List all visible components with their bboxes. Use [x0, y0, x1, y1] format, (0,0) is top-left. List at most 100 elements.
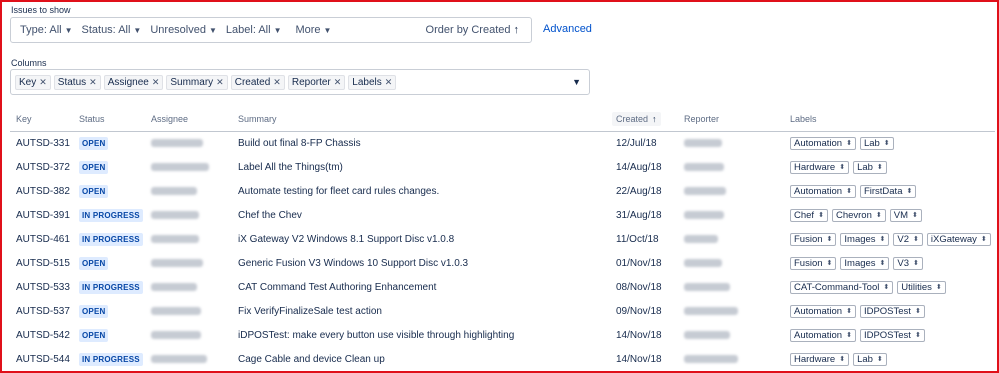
issue-key[interactable]: AUTSD-515 — [10, 251, 73, 275]
reporter-cell[interactable] — [678, 179, 784, 203]
issue-key[interactable]: AUTSD-331 — [10, 131, 73, 155]
issue-key[interactable]: AUTSD-461 — [10, 227, 73, 251]
more-filter[interactable]: More ▼ — [295, 24, 331, 36]
status-badge[interactable]: OPEN — [79, 304, 109, 318]
reporter-cell[interactable] — [678, 203, 784, 227]
table-row[interactable]: AUTSD-542 OPEN iDPOSTest: make every butto… — [10, 323, 995, 347]
remove-icon[interactable]: ✕ — [334, 77, 342, 88]
assignee-cell[interactable] — [145, 323, 232, 347]
label-tag[interactable]: Automation ⬍ — [790, 304, 856, 318]
issue-summary[interactable]: Generic Fusion V3 Windows 10 Support Dis… — [232, 251, 610, 275]
reporter-cell[interactable] — [678, 155, 784, 179]
reporter-cell[interactable] — [678, 347, 784, 371]
table-row[interactable]: AUTSD-533 IN PROGRESS CAT Command Test Aut… — [10, 275, 995, 299]
issue-key[interactable]: AUTSD-533 — [10, 275, 73, 299]
issue-key[interactable]: AUTSD-391 — [10, 203, 73, 227]
issue-key[interactable]: AUTSD-542 — [10, 323, 73, 347]
issue-summary[interactable]: Build out final 8-FP Chassis — [232, 131, 610, 155]
assignee-cell[interactable] — [145, 275, 232, 299]
assignee-cell[interactable] — [145, 155, 232, 179]
issue-summary[interactable]: Cage Cable and device Clean up — [232, 347, 610, 371]
columns-picker[interactable]: Key ✕ Status ✕ Assignee ✕ Summary ✕ Created ✕… — [10, 69, 590, 95]
column-header-created[interactable]: Created ↑ — [610, 108, 678, 132]
status-filter[interactable]: Status: All ▼ — [82, 24, 142, 36]
issue-summary[interactable]: CAT Command Test Authoring Enhancement — [232, 275, 610, 299]
table-row[interactable]: AUTSD-372 OPEN Label All the Things(tm) 14/… — [10, 155, 995, 179]
remove-icon[interactable]: ✕ — [216, 77, 224, 88]
order-by-button[interactable]: Order by Created ↑ — [426, 24, 519, 36]
issue-summary[interactable]: Chef the Chev — [232, 203, 610, 227]
label-tag[interactable]: IDPOSTest ⬍ — [859, 328, 925, 342]
issue-summary[interactable]: Label All the Things(tm) — [232, 155, 610, 179]
label-tag[interactable]: Automation ⬍ — [790, 136, 856, 150]
assignee-cell[interactable] — [145, 203, 232, 227]
reporter-cell[interactable] — [678, 227, 784, 251]
label-tag[interactable]: Hardware ⬍ — [790, 160, 850, 174]
column-header-summary[interactable]: Summary — [232, 108, 610, 132]
table-row[interactable]: AUTSD-537 OPEN Fix VerifyFinalizeSale test… — [10, 299, 995, 323]
assignee-cell[interactable] — [145, 347, 232, 371]
table-row[interactable]: AUTSD-461 IN PROGRESS iX Gateway V2 Window… — [10, 227, 995, 251]
assignee-cell[interactable] — [145, 131, 232, 155]
remove-icon[interactable]: ✕ — [273, 77, 281, 88]
status-badge[interactable]: IN PROGRESS — [79, 280, 143, 294]
chevron-down-icon[interactable]: ▼ — [572, 77, 581, 87]
remove-icon[interactable]: ✕ — [39, 77, 47, 88]
table-row[interactable]: AUTSD-331 OPEN Build out final 8-FP Chassi… — [10, 131, 995, 155]
label-tag[interactable]: Chef ⬍ — [790, 208, 828, 222]
status-badge[interactable]: IN PROGRESS — [79, 232, 143, 246]
issue-key[interactable]: AUTSD-382 — [10, 179, 73, 203]
table-row[interactable]: AUTSD-391 IN PROGRESS Chef the Chev 31/Aug/… — [10, 203, 995, 227]
status-badge[interactable]: OPEN — [79, 136, 109, 150]
issue-summary[interactable]: Automate testing for fleet card rules ch… — [232, 179, 610, 203]
label-tag[interactable]: V3 ⬍ — [893, 256, 923, 270]
table-row[interactable]: AUTSD-544 IN PROGRESS Cage Cable and devic… — [10, 347, 995, 371]
issue-summary[interactable]: Fix VerifyFinalizeSale test action — [232, 299, 610, 323]
reporter-cell[interactable] — [678, 251, 784, 275]
column-header-status[interactable]: Status — [73, 108, 145, 132]
status-badge[interactable]: OPEN — [79, 184, 109, 198]
advanced-link[interactable]: Advanced — [543, 23, 592, 35]
label-filter[interactable]: Label: All ▼ — [226, 24, 282, 36]
label-tag[interactable]: Utilities ⬍ — [897, 280, 946, 294]
label-tag[interactable]: Lab ⬍ — [853, 160, 887, 174]
issue-key[interactable]: AUTSD-544 — [10, 347, 73, 371]
label-tag[interactable]: IDPOSTest ⬍ — [859, 304, 925, 318]
label-tag[interactable]: FirstData ⬍ — [859, 184, 917, 198]
resolution-filter[interactable]: Unresolved ▼ — [150, 24, 217, 36]
table-row[interactable]: AUTSD-515 OPEN Generic Fusion V3 Windows 1… — [10, 251, 995, 275]
label-tag[interactable]: Images ⬍ — [840, 256, 890, 270]
column-header-key[interactable]: Key — [10, 108, 73, 132]
label-tag[interactable]: Hardware ⬍ — [790, 352, 850, 366]
label-tag[interactable]: Lab ⬍ — [859, 136, 894, 150]
remove-icon[interactable]: ✕ — [152, 77, 160, 88]
status-badge[interactable]: IN PROGRESS — [79, 352, 143, 366]
label-tag[interactable]: Lab ⬍ — [853, 352, 887, 366]
column-header-reporter[interactable]: Reporter — [678, 108, 784, 132]
issue-key[interactable]: AUTSD-537 — [10, 299, 73, 323]
type-filter[interactable]: Type: All ▼ — [20, 24, 73, 36]
label-tag[interactable]: iXGateway ⬍ — [926, 232, 991, 246]
reporter-cell[interactable] — [678, 299, 784, 323]
assignee-cell[interactable] — [145, 299, 232, 323]
label-tag[interactable]: V2 ⬍ — [893, 232, 923, 246]
label-tag[interactable]: Fusion ⬍ — [790, 256, 837, 270]
reporter-cell[interactable] — [678, 323, 784, 347]
label-tag[interactable]: Automation ⬍ — [790, 184, 856, 198]
label-tag[interactable]: Fusion ⬍ — [790, 232, 837, 246]
remove-icon[interactable]: ✕ — [385, 77, 393, 88]
label-tag[interactable]: Images ⬍ — [840, 232, 890, 246]
status-badge[interactable]: OPEN — [79, 256, 109, 270]
reporter-cell[interactable] — [678, 275, 784, 299]
column-header-assignee[interactable]: Assignee — [145, 108, 232, 132]
remove-icon[interactable]: ✕ — [89, 77, 97, 88]
column-header-labels[interactable]: Labels — [784, 108, 995, 132]
status-badge[interactable]: OPEN — [79, 160, 109, 174]
table-row[interactable]: AUTSD-382 OPEN Automate testing for fleet … — [10, 179, 995, 203]
label-tag[interactable]: VM ⬍ — [889, 208, 922, 222]
label-tag[interactable]: Automation ⬍ — [790, 328, 856, 342]
assignee-cell[interactable] — [145, 251, 232, 275]
label-tag[interactable]: Chevron ⬍ — [831, 208, 886, 222]
assignee-cell[interactable] — [145, 179, 232, 203]
status-badge[interactable]: IN PROGRESS — [79, 208, 143, 222]
